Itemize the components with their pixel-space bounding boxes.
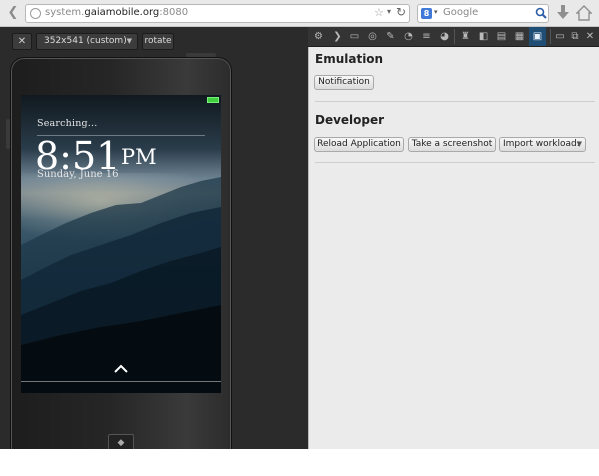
debugger-icon[interactable]: ◎: [364, 27, 381, 46]
home-icon[interactable]: [576, 4, 592, 22]
back-arrow-icon[interactable]: ❮: [3, 4, 23, 22]
devtools-panel: Emulation Notification Developer Reload …: [308, 47, 599, 449]
chevron-down-icon: ▼: [126, 37, 132, 45]
bookmark-star-icon[interactable]: ☆: [374, 6, 384, 19]
network-icon[interactable]: ≡: [418, 27, 435, 46]
divider: [315, 101, 595, 102]
history-dropdown-icon[interactable]: ▾: [387, 7, 391, 16]
network-status-text: Searching...: [37, 118, 98, 129]
responsive-icon[interactable]: ▤: [493, 27, 510, 46]
console-icon[interactable]: ❯: [329, 27, 346, 46]
popout-icon[interactable]: ⧉: [568, 27, 582, 46]
clock-ampm: PM: [121, 145, 157, 169]
toolbar-separator: [550, 29, 551, 44]
devtools-toolbar: ⚙ ❯ ▭ ◎ ✎ ◔ ≡ ◕ ♜ ◧ ▤ ▦ ▣ ▭ ⧉ ✕: [308, 27, 599, 47]
style-editor-icon[interactable]: ✎: [382, 27, 399, 46]
responsive-view-stage: ✕ 352x541 (custom) ▼ rotate ◆ Searching.…: [0, 27, 308, 467]
notification-button[interactable]: Notification: [314, 75, 374, 90]
divider: [315, 162, 595, 163]
paint-icon[interactable]: ♜: [457, 27, 474, 46]
page-background: [0, 449, 308, 476]
measure-icon[interactable]: ▦: [511, 27, 528, 46]
take-screenshot-button[interactable]: Take a screenshot: [408, 137, 496, 152]
inspector-icon[interactable]: ▭: [346, 27, 363, 46]
chevron-down-icon: ▼: [576, 140, 582, 148]
reload-application-button[interactable]: Reload Application: [314, 137, 404, 152]
rotate-button[interactable]: rotate: [142, 33, 174, 50]
search-icon[interactable]: [535, 7, 547, 19]
close-responsive-view-button[interactable]: ✕: [12, 33, 32, 50]
search-bar[interactable]: 8 ▾ Google: [417, 4, 549, 23]
battery-icon: [207, 97, 219, 103]
section-title-emulation: Emulation: [315, 52, 384, 66]
browser-toolbar: ❮ system.gaiamobile.org:8080 ☆ ▾ ↻ 8 ▾ G…: [0, 0, 599, 27]
url-text[interactable]: system.gaiamobile.org:8080: [45, 7, 188, 18]
divider: [21, 381, 221, 382]
scratchpad-icon[interactable]: ◧: [475, 27, 492, 46]
reload-icon[interactable]: ↻: [396, 5, 406, 19]
download-icon[interactable]: [556, 4, 570, 22]
dock-icon[interactable]: ▭: [553, 27, 567, 46]
clock-date: Sunday, June 16: [37, 169, 119, 180]
search-engine-icon[interactable]: 8: [421, 8, 432, 19]
profiler-icon[interactable]: ◔: [400, 27, 417, 46]
url-bar[interactable]: system.gaiamobile.org:8080 ☆ ▾ ↻: [25, 4, 410, 23]
section-title-developer: Developer: [315, 113, 385, 127]
lockscreen[interactable]: Searching... 8:51 PM Sunday, June 16: [21, 95, 221, 393]
search-input[interactable]: Google: [443, 7, 478, 18]
toolbar-separator: [454, 29, 455, 44]
gear-icon[interactable]: ⚙: [310, 27, 327, 46]
firefox-os-icon[interactable]: ◕: [436, 27, 453, 46]
screen-size-preset-select[interactable]: 352x541 (custom) ▼: [36, 33, 138, 50]
import-workload-select[interactable]: Import workload: ▼: [499, 137, 586, 152]
chevron-up-icon[interactable]: [114, 364, 128, 373]
search-engine-dropdown-icon[interactable]: ▾: [434, 8, 438, 16]
globe-icon: [30, 8, 41, 19]
app-manager-icon[interactable]: ▣: [529, 27, 546, 46]
close-icon[interactable]: ✕: [583, 27, 597, 46]
